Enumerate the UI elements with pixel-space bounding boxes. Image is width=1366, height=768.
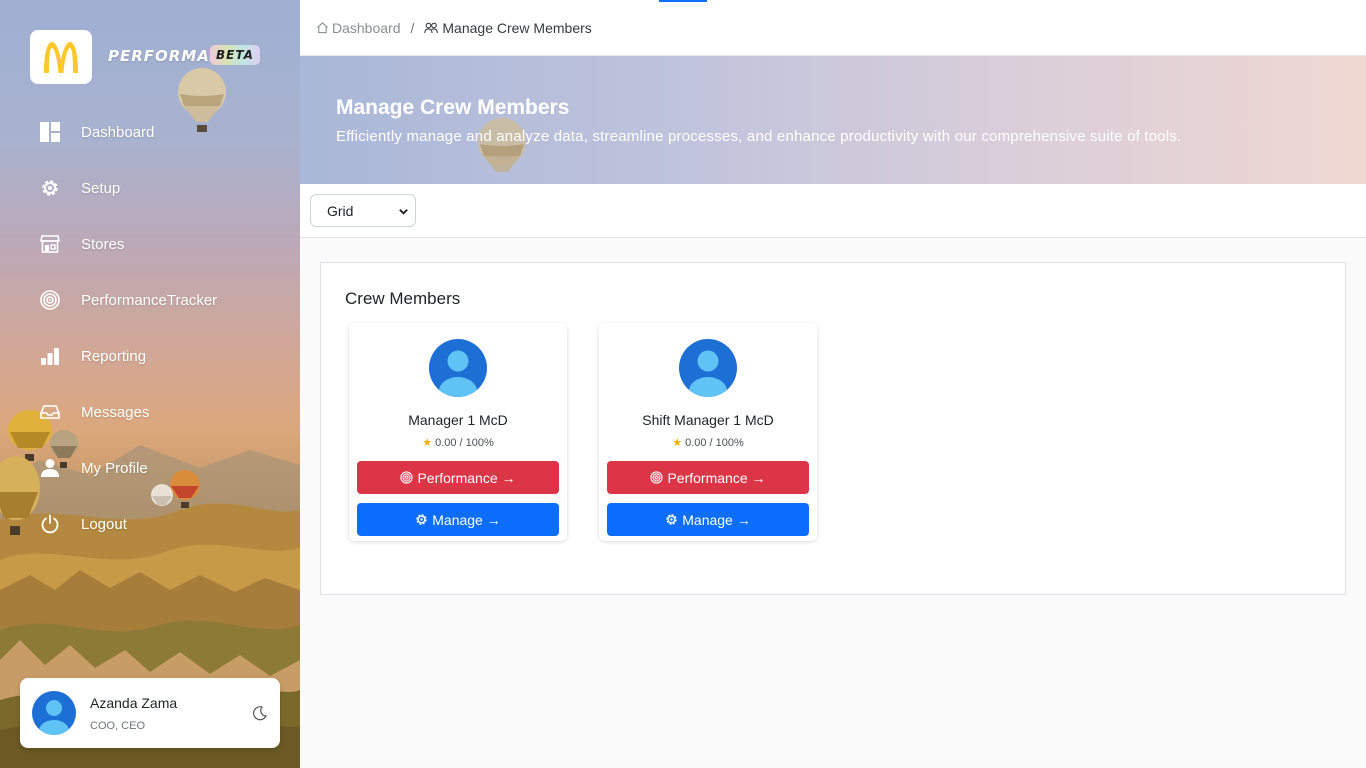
moon-icon[interactable] bbox=[252, 705, 268, 721]
filter-bar: Grid bbox=[300, 184, 1366, 238]
crew-member-name: Shift Manager 1 McD bbox=[642, 412, 774, 428]
dashboard-icon bbox=[40, 122, 60, 142]
people-icon bbox=[424, 22, 439, 33]
bar-chart-icon bbox=[40, 346, 60, 366]
manage-button[interactable]: Manage → bbox=[607, 503, 809, 536]
golden-arches-icon bbox=[44, 42, 78, 73]
rating-value: 0.00 / 100% bbox=[685, 437, 744, 449]
page-title: Manage Crew Members bbox=[336, 96, 570, 119]
view-mode-value: Grid bbox=[327, 202, 354, 219]
breadcrumb-home-label: Dashboard bbox=[332, 19, 401, 36]
breadcrumb-separator: / bbox=[410, 19, 415, 36]
inbox-icon bbox=[40, 402, 60, 422]
avatar bbox=[32, 691, 76, 735]
sidebar-item-label: Stores bbox=[81, 235, 125, 253]
person-icon bbox=[40, 458, 60, 478]
power-icon bbox=[40, 514, 60, 534]
chevron-down-icon bbox=[399, 209, 408, 215]
target-icon bbox=[650, 471, 664, 484]
sidebar-item-label: Reporting bbox=[81, 347, 147, 365]
target-icon bbox=[40, 290, 60, 310]
star-icon: ★ bbox=[422, 437, 433, 449]
crew-members-heading: Crew Members bbox=[345, 289, 461, 308]
performance-button[interactable]: Performance → bbox=[607, 461, 809, 494]
crew-member-card: Shift Manager 1 McD ★ 0.00 / 100% Perform… bbox=[599, 323, 817, 541]
rating-value: 0.00 / 100% bbox=[435, 437, 494, 449]
target-icon bbox=[400, 471, 414, 484]
manage-button-label: Manage → bbox=[432, 511, 501, 528]
sidebar-item-reporting[interactable]: Reporting bbox=[0, 328, 300, 384]
sidebar-item-label: Messages bbox=[81, 403, 150, 421]
performance-button[interactable]: Performance → bbox=[357, 461, 559, 494]
star-icon: ★ bbox=[672, 437, 683, 449]
performance-button-label: Performance → bbox=[417, 469, 516, 486]
crew-members-panel: Crew Members Manager 1 McD ★ 0.00 / 100% … bbox=[320, 262, 1346, 595]
user-name: Azanda Zama bbox=[90, 694, 178, 711]
topbar-accent-line bbox=[659, 0, 707, 2]
avatar bbox=[429, 339, 487, 397]
breadcrumb-current-label: Manage Crew Members bbox=[442, 19, 592, 36]
breadcrumb-home[interactable]: Dashboard bbox=[316, 20, 401, 36]
sidebar: PERFORMAX BETA Dashboard Setup Stores Pe… bbox=[0, 0, 300, 768]
performance-button-label: Performance → bbox=[667, 469, 766, 486]
topbar: Dashboard / Manage Crew Members bbox=[300, 0, 1366, 56]
sidebar-nav: Dashboard Setup Stores PerformanceTracke… bbox=[0, 104, 300, 552]
crew-member-rating: ★ 0.00 / 100% bbox=[599, 436, 817, 449]
sidebar-item-setup[interactable]: Setup bbox=[0, 160, 300, 216]
crew-member-name: Manager 1 McD bbox=[408, 412, 508, 428]
avatar bbox=[679, 339, 737, 397]
gear-icon bbox=[666, 514, 677, 525]
sidebar-item-messages[interactable]: Messages bbox=[0, 384, 300, 440]
sidebar-item-my-profile[interactable]: My Profile bbox=[0, 440, 300, 496]
sidebar-item-stores[interactable]: Stores bbox=[0, 216, 300, 272]
beta-badge: BETA bbox=[210, 45, 260, 65]
sidebar-item-label: Logout bbox=[81, 515, 127, 533]
crew-member-rating: ★ 0.00 / 100% bbox=[349, 436, 567, 449]
sidebar-item-label: Dashboard bbox=[81, 123, 155, 141]
page-banner: Manage Crew Members Efficiently manage a… bbox=[300, 56, 1366, 184]
brand-name: PERFORMAX bbox=[108, 47, 223, 65]
gear-icon bbox=[40, 178, 60, 198]
page-subtitle: Efficiently manage and analyze data, str… bbox=[336, 128, 1182, 145]
crew-member-card: Manager 1 McD ★ 0.00 / 100% Performance →… bbox=[349, 323, 567, 541]
breadcrumb-current: Manage Crew Members bbox=[424, 19, 592, 36]
view-mode-select[interactable]: Grid bbox=[310, 194, 416, 227]
sidebar-item-label: PerformanceTracker bbox=[81, 291, 218, 309]
store-icon bbox=[40, 234, 60, 254]
manage-button-label: Manage → bbox=[682, 511, 751, 528]
user-card[interactable]: Azanda Zama COO, CEO bbox=[20, 678, 280, 748]
gear-icon bbox=[416, 514, 427, 525]
sidebar-item-dashboard[interactable]: Dashboard bbox=[0, 104, 300, 160]
sidebar-item-performancetracker[interactable]: PerformanceTracker bbox=[0, 272, 300, 328]
sidebar-item-label: My Profile bbox=[81, 459, 148, 477]
sidebar-item-label: Setup bbox=[81, 179, 121, 197]
sidebar-item-logout[interactable]: Logout bbox=[0, 496, 300, 552]
user-role: COO, CEO bbox=[90, 719, 146, 732]
manage-button[interactable]: Manage → bbox=[357, 503, 559, 536]
mcdonalds-logo[interactable] bbox=[30, 30, 92, 84]
home-icon bbox=[317, 22, 328, 34]
